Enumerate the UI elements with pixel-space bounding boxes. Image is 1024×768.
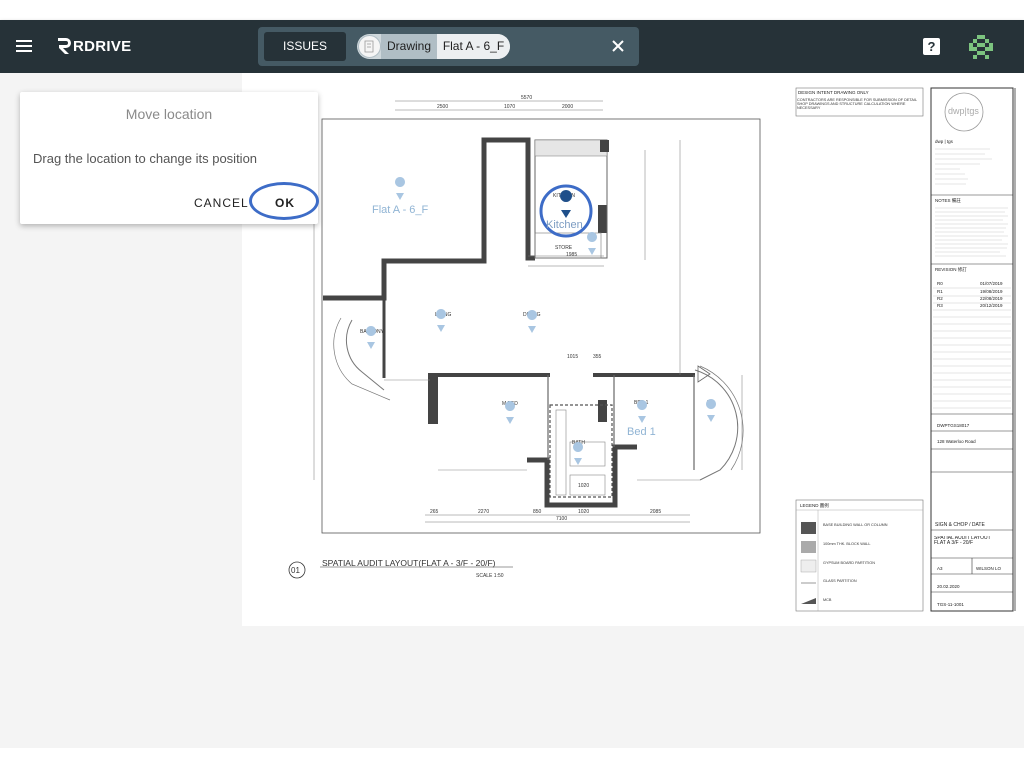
rev-date-1: 19/08/2019 xyxy=(980,289,1003,294)
location-label-flat: Flat A - 6_F xyxy=(372,204,429,216)
titleblock-job-no: DWPTGS18017 xyxy=(937,423,970,428)
rev-no-2: R2 xyxy=(937,296,943,301)
column-mbed xyxy=(428,374,438,424)
legend-item-2: GYPSUM BOARD PARTITION xyxy=(823,561,875,565)
filter-bar: ISSUES Drawing Flat A - 6_F xyxy=(258,27,639,66)
dim-top-1: 2500 xyxy=(437,104,448,110)
legend-item-1: 100mm THK. BLOCK WALL xyxy=(823,542,870,546)
design-intent-note: CONTRACTORS ARE RESPONSIBLE FOR SUBMISSI… xyxy=(797,98,917,111)
dim-dining-2: 355 xyxy=(593,354,602,360)
menu-icon[interactable] xyxy=(16,40,32,52)
pin-up xyxy=(706,399,717,422)
dim-store: 1985 xyxy=(566,252,577,258)
legend-item-4: MCB xyxy=(823,598,832,602)
titleblock-drawing-title: SPATIAL AUDIT LAYOUT FLAT A 3/F - 20/F xyxy=(934,536,991,547)
drawing-scale: SCALE 1:50 xyxy=(476,573,504,579)
dialog-message: Drag the location to change its position xyxy=(33,151,258,166)
titleblock-project: 128 Waterloo Road xyxy=(937,439,976,444)
close-icon[interactable] xyxy=(610,38,626,54)
plan-frame xyxy=(321,118,761,534)
titleblock-company: dwp | tgs xyxy=(935,139,954,144)
dialog-title: Move location xyxy=(125,106,213,122)
design-intent-label: DESIGN INTENT DRAWING ONLY xyxy=(798,90,869,95)
legend-item-0: BASE BUILDING WALL OR COLUMN xyxy=(823,523,888,527)
dim-dining-1: 1015 xyxy=(567,354,578,360)
footer-strip xyxy=(0,748,1024,768)
titleblock-date: 20.02.2020 xyxy=(937,584,960,589)
column-bed xyxy=(598,400,607,422)
app-logo[interactable]: RDRIVE xyxy=(56,35,131,57)
drawing-number: 01 xyxy=(291,566,300,575)
ok-highlight-ring xyxy=(249,182,319,220)
dim-bottom-1: 265 xyxy=(430,509,439,515)
titleblock-sign: SIGN & CHOP / DATE xyxy=(935,522,985,528)
pin-living xyxy=(436,308,447,332)
room-label-store: STORE xyxy=(555,245,573,251)
titleblock-logo: dwp|tgs xyxy=(948,106,979,116)
titleblock-notes: NOTES 備註 xyxy=(935,197,961,204)
pin-dining xyxy=(527,310,538,333)
dim-top-2: 1070 xyxy=(504,104,515,110)
location-pins xyxy=(366,177,717,465)
dim-bath: 1020 xyxy=(578,483,589,489)
rev-no-1: R1 xyxy=(937,289,943,294)
pin-flat xyxy=(395,177,406,200)
titleblock-revision: REVISION 修訂 xyxy=(935,266,967,273)
location-label-kitchen: Kitchen xyxy=(546,219,583,231)
floor-plan[interactable]: 5570 2500 1070 2000 265 2270 850 1020 20… xyxy=(242,73,1024,626)
dim-bottom-4: 1020 xyxy=(578,509,589,515)
rev-date-2: 22/08/2019 xyxy=(980,296,1003,301)
rev-date-3: 20/12/2019 xyxy=(980,303,1003,308)
drawing-chip[interactable]: Drawing Flat A - 6_F xyxy=(357,34,510,59)
dim-top-3: 2000 xyxy=(562,104,573,110)
pin-bed1 xyxy=(637,399,648,423)
issues-button[interactable]: ISSUES xyxy=(264,32,346,61)
cancel-button[interactable]: CANCEL xyxy=(194,196,249,210)
help-icon[interactable]: ? xyxy=(923,38,940,55)
pin-bath xyxy=(573,442,584,465)
user-avatar[interactable] xyxy=(968,34,994,60)
pin-mbed xyxy=(505,401,516,424)
logo-text: RDRIVE xyxy=(73,37,132,55)
move-location-dialog: Move location Drag the location to chang… xyxy=(20,92,319,224)
chip-name: Flat A - 6_F xyxy=(437,34,510,59)
viewer-background-bottom xyxy=(0,626,1024,748)
dim-bottom-total: 7100 xyxy=(556,516,567,522)
dim-bottom-2: 2270 xyxy=(478,509,489,515)
dim-bottom-3: 850 xyxy=(533,509,542,515)
kitchen-pin-active xyxy=(560,190,573,218)
dim-top-total: 5570 xyxy=(521,95,532,101)
chip-type: Drawing xyxy=(381,34,437,59)
dim-bottom-5: 2085 xyxy=(650,509,661,515)
pin-store xyxy=(587,232,598,255)
rdrive-logo-mark-icon xyxy=(58,38,71,54)
drawing-title: SPATIAL AUDIT LAYOUT(FLAT A - 3/F - 20/F… xyxy=(322,558,496,568)
titleblock-drawing-no: TGS-11-1001 xyxy=(937,602,964,607)
legend-title: LEGEND 圖例 xyxy=(800,502,829,509)
pin-balcony xyxy=(366,326,377,349)
legend-item-3: GLASS PARTITION xyxy=(823,579,857,583)
location-label-bed: Bed 1 xyxy=(627,426,656,438)
app-header: RDRIVE ISSUES Drawing Flat A - 6_F ? xyxy=(0,20,1024,73)
titleblock-scale: A3 xyxy=(937,566,943,571)
drawing-thumbnail-icon xyxy=(358,35,381,58)
rev-no-0: R0 xyxy=(937,281,943,286)
column-kitchen xyxy=(598,205,607,233)
rev-no-3: R3 xyxy=(937,303,943,308)
rev-date-0: 01/07/2019 xyxy=(980,281,1003,286)
wall-north-west xyxy=(323,137,535,301)
titleblock-drawn: WILSON LO xyxy=(976,566,1002,571)
